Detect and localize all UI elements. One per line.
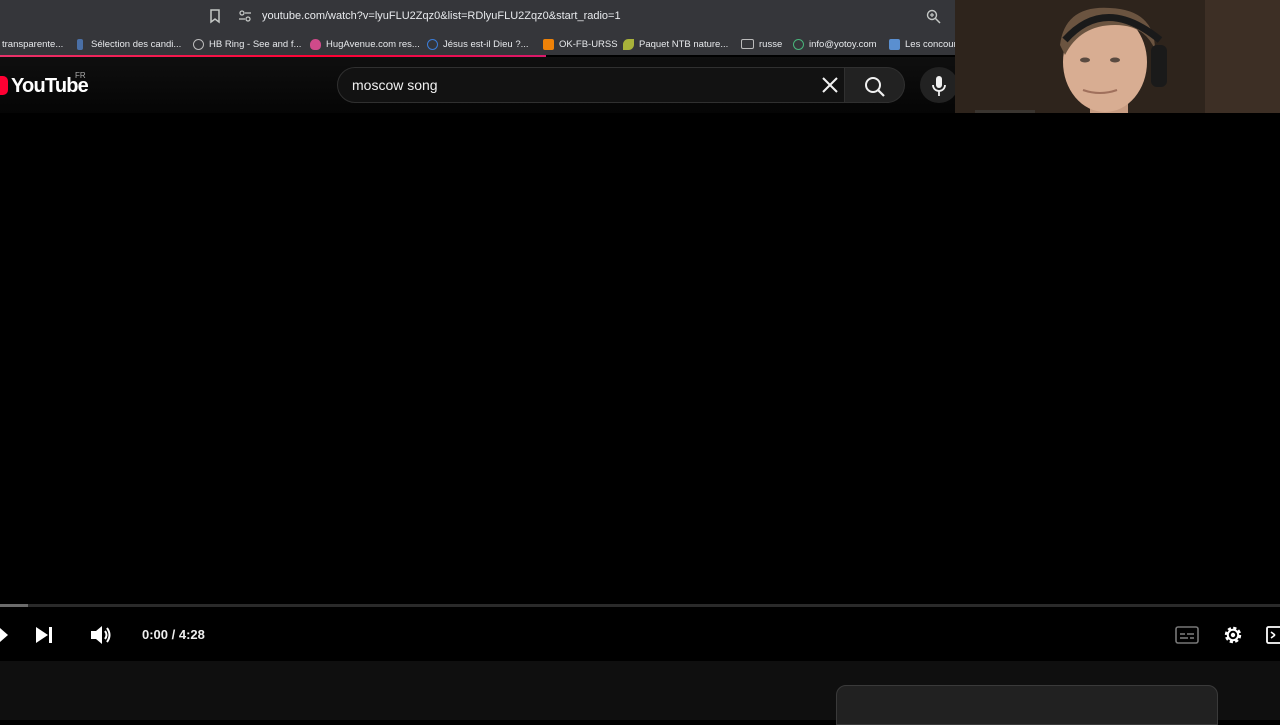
bookmark-item[interactable]: OK-FB-URSS	[543, 36, 618, 52]
bookmark-label: Les concours	[905, 38, 962, 50]
playlist-panel[interactable]	[836, 685, 1218, 725]
bookmark-label: Paquet NTB nature...	[639, 38, 729, 50]
clear-search-icon[interactable]	[821, 76, 839, 94]
url-text[interactable]: youtube.com/watch?v=lyuFLU2Zqz0&list=RDl…	[262, 10, 621, 22]
bookmark-label: transparente...	[2, 38, 64, 50]
bookmark-item[interactable]: transparente...	[2, 36, 63, 52]
search-button[interactable]	[845, 67, 905, 103]
progress-loaded	[0, 604, 29, 607]
current-time: 0:00	[142, 627, 169, 642]
time-display: 0:00 / 4:28	[142, 627, 205, 642]
next-icon[interactable]	[33, 624, 55, 646]
bookmark-label: HB Ring - See and f...	[209, 38, 302, 50]
site-settings-icon[interactable]	[238, 9, 252, 23]
voice-search-button[interactable]	[920, 67, 958, 103]
ok-icon	[543, 38, 554, 50]
globe-icon	[193, 38, 204, 50]
bookmark-item[interactable]: HB Ring - See and f...	[193, 36, 301, 52]
folder-icon	[741, 39, 754, 49]
search-input[interactable]: moscow song	[337, 67, 845, 103]
bookmark-star-icon[interactable]	[207, 8, 223, 24]
bookmark-item[interactable]: Jésus est-il Dieu ?...	[427, 36, 529, 52]
bookmark-label: Sélection des candi...	[91, 38, 182, 50]
bookmark-item[interactable]: Paquet NTB nature...	[623, 36, 728, 52]
search-icon	[865, 77, 885, 97]
mail-icon	[793, 38, 804, 50]
image-icon	[889, 38, 900, 50]
previous-icon[interactable]	[0, 625, 10, 645]
microphone-icon	[932, 76, 946, 96]
bookmark-label: HugAvenue.com res...	[326, 38, 420, 50]
bookmark-label: OK-FB-URSS	[559, 38, 618, 50]
bookmark-item[interactable]: russe	[741, 36, 782, 52]
bookmark-item[interactable]: info@yotoy.com	[793, 36, 877, 52]
bookmark-label: Jésus est-il Dieu ?...	[443, 38, 529, 50]
volume-icon[interactable]	[89, 623, 113, 647]
heart-icon	[310, 38, 321, 50]
bookmark-item[interactable]: Les concours	[889, 36, 962, 52]
video-player[interactable]	[0, 113, 1280, 661]
bookmark-label: info@yotoy.com	[809, 38, 877, 50]
settings-gear-icon[interactable]	[1221, 623, 1245, 647]
video-progress-bar[interactable]	[0, 604, 1280, 607]
bookmark-item[interactable]: HugAvenue.com res...	[310, 36, 420, 52]
page-icon	[77, 38, 83, 50]
youtube-logo-icon[interactable]	[0, 76, 8, 95]
miniplayer-icon[interactable]	[1266, 625, 1280, 645]
time-separator: /	[168, 627, 179, 642]
total-time: 4:28	[178, 627, 205, 642]
bookmark-item[interactable]: Sélection des candi...	[77, 36, 181, 52]
subtitles-icon[interactable]	[1175, 625, 1199, 645]
leaf-icon	[623, 38, 634, 50]
bookmark-label: russe	[759, 38, 783, 50]
zoom-icon[interactable]	[926, 9, 941, 24]
info-icon	[427, 38, 438, 50]
country-code: FR	[75, 71, 86, 80]
search-query-text[interactable]: moscow song	[352, 77, 438, 93]
